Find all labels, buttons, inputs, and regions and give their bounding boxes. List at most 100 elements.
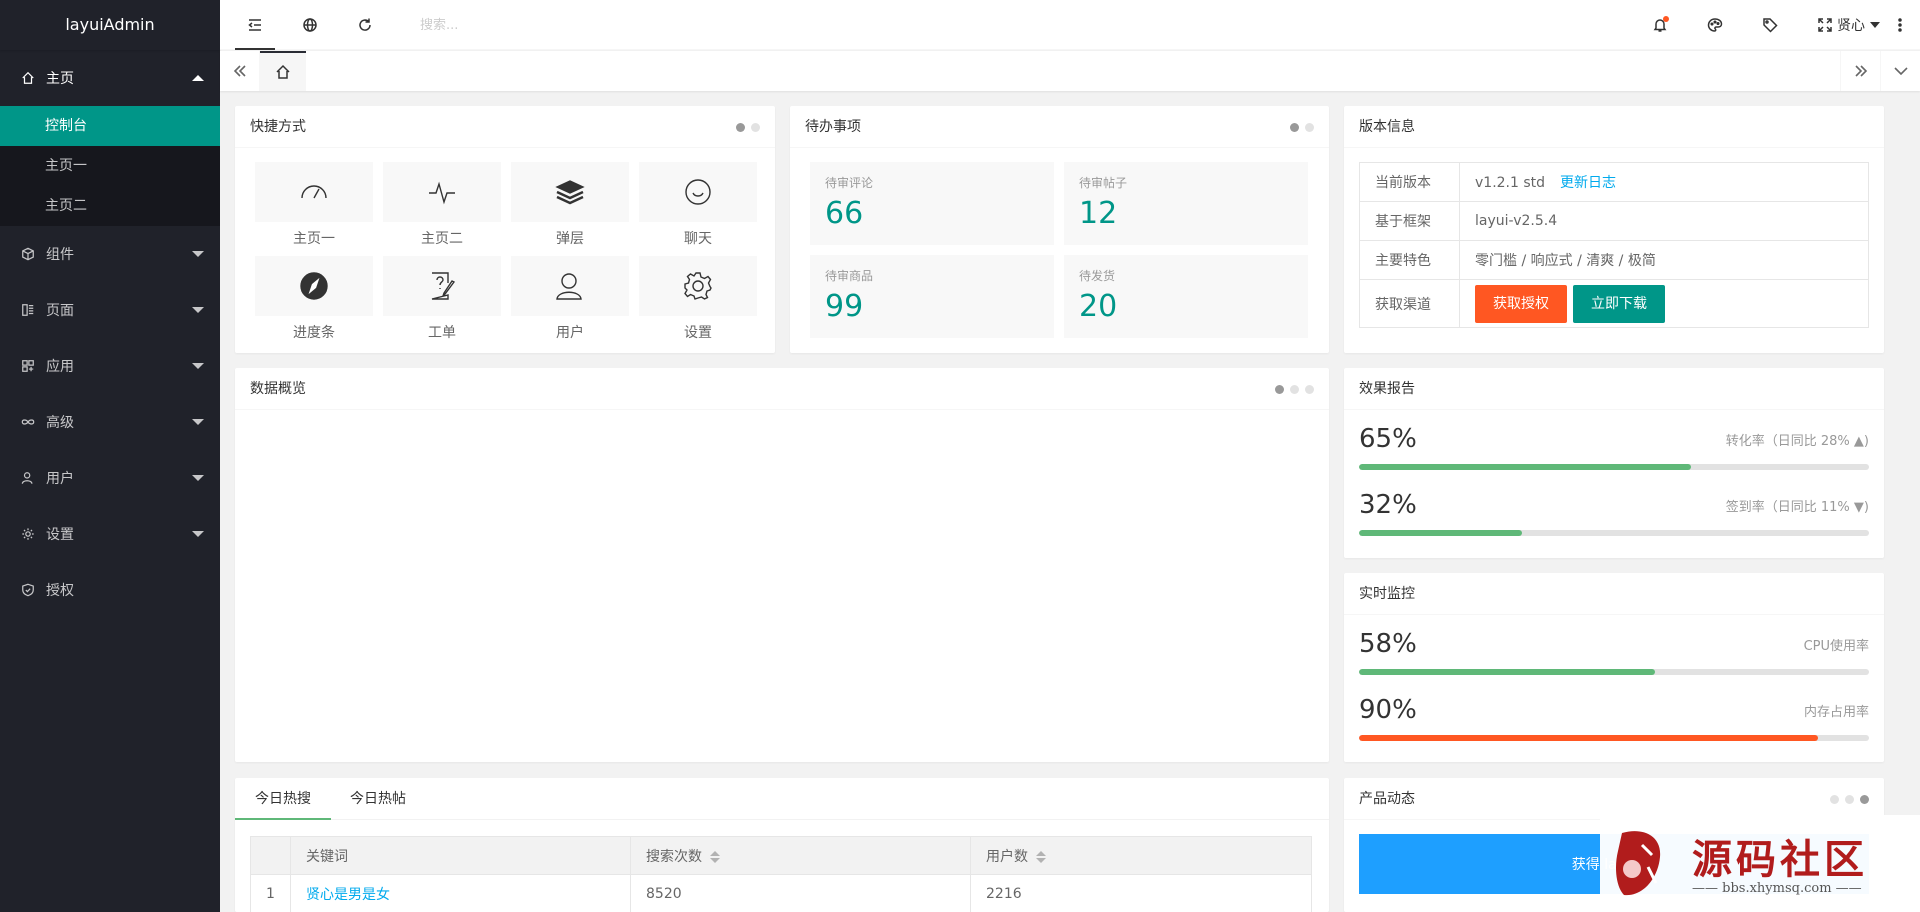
more-button[interactable] xyxy=(1880,0,1920,50)
flexible-menu-button[interactable] xyxy=(235,0,275,50)
sidebar-item-apps[interactable]: 应用 xyxy=(0,338,220,394)
chevron-down-icon xyxy=(192,419,204,425)
col-users[interactable]: 用户数 xyxy=(970,836,1312,875)
watermark-brand: 源码社区 xyxy=(1692,836,1868,883)
card-header: 实时监控 xyxy=(1344,573,1884,615)
shortcut-layer[interactable]: 弹层 xyxy=(511,162,629,247)
tabs-menu-button[interactable] xyxy=(1880,51,1920,91)
keyword-link[interactable]: 贤心是男是女 xyxy=(306,887,390,903)
cube-icon xyxy=(20,246,36,262)
card-header: 版本信息 xyxy=(1344,106,1884,148)
card-header: 数据概览 xyxy=(235,368,1329,410)
table-header-row: 关键词 搜索次数 用户数 xyxy=(250,836,1312,875)
sidebar-item-pages[interactable]: 页面 xyxy=(0,282,220,338)
todo-pending-shipment[interactable]: 待发货 20 xyxy=(1064,255,1308,338)
get-license-button[interactable]: 获取授权 xyxy=(1475,284,1567,323)
template-icon xyxy=(20,302,36,318)
todo-pending-posts[interactable]: 待审帖子 12 xyxy=(1064,162,1308,245)
progress-row: 32% 签到率（日同比 11% ▼) xyxy=(1344,476,1884,542)
watermark-seal-icon xyxy=(1616,831,1661,896)
todo-label: 待审帖子 xyxy=(1079,176,1128,190)
sidebar-item-label: 授权 xyxy=(46,583,74,599)
chevron-up-icon xyxy=(192,75,204,81)
progress-row: 90% 内存占用率 xyxy=(1344,681,1884,747)
user-icon xyxy=(20,470,36,486)
version-key: 主要特色 xyxy=(1359,240,1460,280)
sidebar-item-home[interactable]: 主页 xyxy=(0,50,220,106)
shortcut-progress[interactable]: 进度条 xyxy=(255,256,373,341)
refresh-button[interactable] xyxy=(345,0,385,50)
website-button[interactable] xyxy=(290,0,330,50)
carousel-indicator[interactable] xyxy=(1830,795,1869,804)
notifications-button[interactable] xyxy=(1640,0,1680,50)
todo-pending-products[interactable]: 待审商品 99 xyxy=(810,255,1054,338)
trend-up-icon: ▲ xyxy=(1853,434,1864,449)
watermark-url: —— bbs.xhymsq.com —— xyxy=(1692,881,1862,896)
sidebar-item-senior[interactable]: 高级 xyxy=(0,394,220,450)
tag-icon xyxy=(1763,18,1778,33)
trend-down-icon: ▼ xyxy=(1853,500,1864,515)
shortcut-label: 聊天 xyxy=(684,231,712,247)
gear-icon xyxy=(684,272,712,300)
card-header: 快捷方式 xyxy=(235,106,775,148)
sidebar-item-label: 主页 xyxy=(46,71,74,87)
sidebar-item-components[interactable]: 组件 xyxy=(0,226,220,282)
tab-today-posts[interactable]: 今日热帖 xyxy=(330,778,426,820)
progress-desc: 转化率（日同比 28% ▲) xyxy=(1725,434,1869,449)
download-button[interactable]: 立即下载 xyxy=(1573,284,1665,323)
sort-icon[interactable] xyxy=(1036,850,1046,863)
more-vertical-icon xyxy=(1898,18,1902,32)
chevron-down-icon xyxy=(1893,67,1908,76)
todo-count: 20 xyxy=(1079,289,1118,324)
changelog-link[interactable]: 更新日志 xyxy=(1560,175,1616,191)
shortcut-ticket[interactable]: 工单 xyxy=(383,256,501,341)
carousel-indicator[interactable] xyxy=(1290,123,1314,132)
column-label: 用户数 xyxy=(986,848,1028,865)
sidebar-item-label: 组件 xyxy=(46,247,74,263)
carousel-indicator[interactable] xyxy=(736,123,760,132)
chevron-down-icon xyxy=(192,475,204,481)
theme-button[interactable] xyxy=(1695,0,1735,50)
data-overview-card: 数据概览 xyxy=(235,368,1329,762)
carousel-indicator[interactable] xyxy=(1275,385,1314,394)
shortcut-chat[interactable]: 聊天 xyxy=(639,162,757,247)
card-header: 产品动态 xyxy=(1344,778,1884,820)
version-key: 当前版本 xyxy=(1359,162,1460,202)
shortcut-settings[interactable]: 设置 xyxy=(639,256,757,341)
console-icon xyxy=(301,185,327,199)
user-icon xyxy=(556,273,582,300)
sidebar-item-settings[interactable]: 设置 xyxy=(0,506,220,562)
todo-pending-comments[interactable]: 待审评论 66 xyxy=(810,162,1054,245)
col-search-count[interactable]: 搜索次数 xyxy=(630,836,971,875)
app-logo[interactable]: layuiAdmin xyxy=(0,0,220,50)
shortcut-home1[interactable]: 主页一 xyxy=(255,162,373,247)
tab-today-search[interactable]: 今日热搜 xyxy=(235,778,331,820)
shortcut-home2[interactable]: 主页二 xyxy=(383,162,501,247)
chevron-down-icon xyxy=(192,307,204,313)
sidebar: layuiAdmin 主页 控制台 主页一 主页二 组件 页面 应用 高级 用户… xyxy=(0,0,220,912)
col-index xyxy=(250,836,291,875)
sidebar-item-label: 用户 xyxy=(46,471,74,487)
tabs-scroll-right-button[interactable] xyxy=(1840,51,1880,91)
version-table: 当前版本 v1.2.1 std 更新日志 基于框架 layui-v2.5.4 主要… xyxy=(1359,162,1869,328)
progress-value: 90% xyxy=(1359,695,1417,725)
sidebar-subitem-home1[interactable]: 主页一 xyxy=(0,146,220,186)
sort-icon[interactable] xyxy=(710,850,720,863)
shortcut-user[interactable]: 用户 xyxy=(511,256,629,341)
sidebar-subitem-home2[interactable]: 主页二 xyxy=(0,186,220,226)
progress-row: 58% CPU使用率 xyxy=(1344,615,1884,681)
sidebar-subitem-console[interactable]: 控制台 xyxy=(0,106,220,146)
chevron-down-icon xyxy=(192,251,204,257)
sidebar-item-auth[interactable]: 授权 xyxy=(0,562,220,618)
table-row: 1 贤心是男是女 8520 2216 xyxy=(250,874,1312,912)
tabs-scroll-left-button[interactable] xyxy=(220,51,260,91)
progress-desc: 内存占用率 xyxy=(1803,705,1869,720)
home-icon xyxy=(276,64,290,79)
tab-home[interactable] xyxy=(260,51,306,91)
sidebar-item-users[interactable]: 用户 xyxy=(0,450,220,506)
column-label: 关键词 xyxy=(306,848,348,865)
search-input[interactable] xyxy=(420,14,620,36)
fullscreen-icon xyxy=(1818,18,1832,32)
user-menu[interactable]: 贤心 xyxy=(1837,0,1880,50)
note-button[interactable] xyxy=(1750,0,1790,50)
